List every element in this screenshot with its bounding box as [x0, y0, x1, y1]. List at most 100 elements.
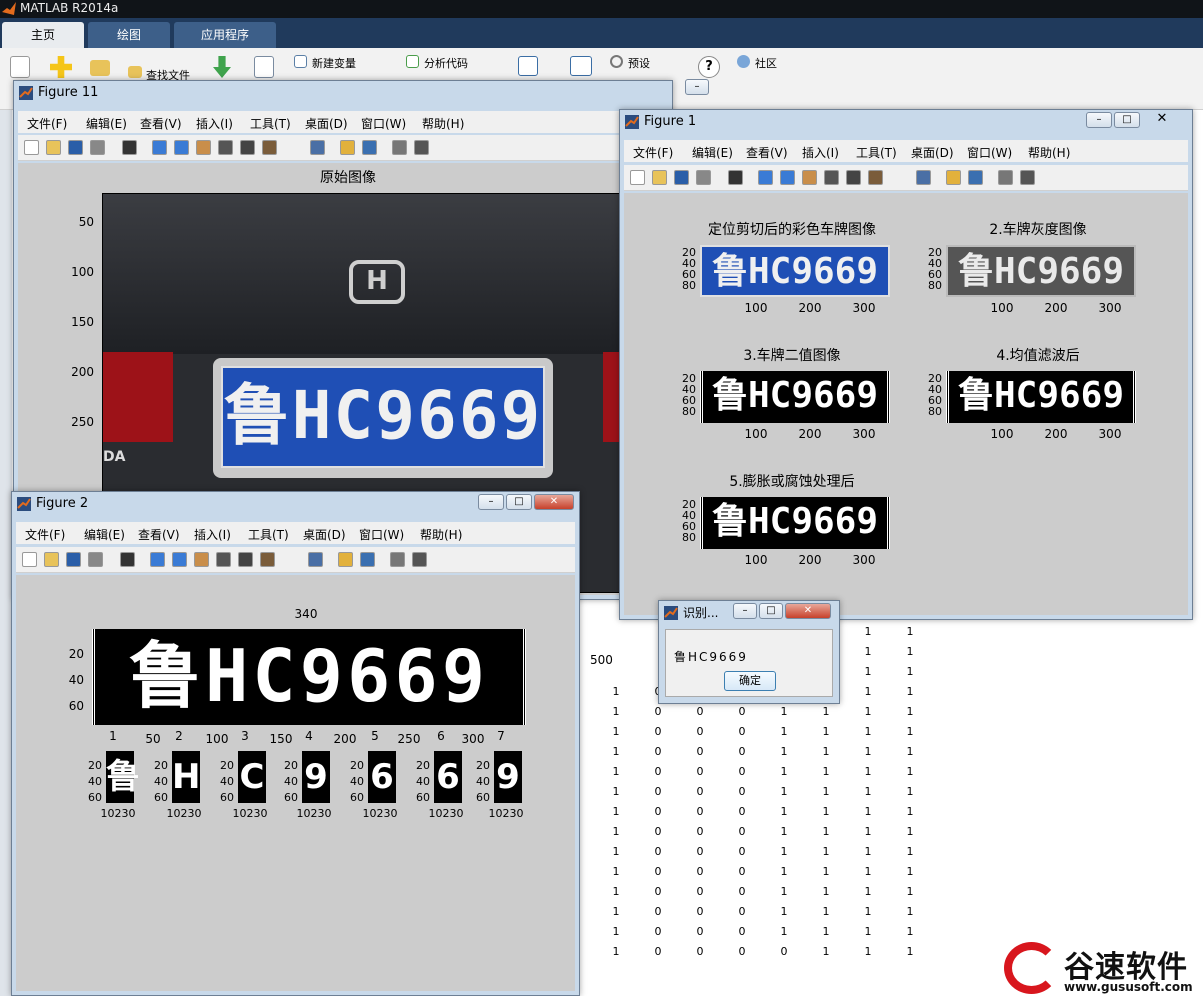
figure-2-close[interactable]: ✕ [534, 494, 574, 510]
ok-button[interactable]: 确定 [724, 671, 776, 691]
brush-icon[interactable] [868, 170, 883, 185]
menu-item[interactable]: 帮助(H) [1028, 144, 1070, 161]
menu-item[interactable]: 查看(V) [138, 526, 180, 543]
menu-item[interactable]: 插入(I) [196, 115, 233, 132]
data-cursor-icon[interactable] [240, 140, 255, 155]
open-file-icon[interactable] [46, 140, 61, 155]
new-script-icon[interactable] [10, 56, 30, 78]
preferences-button[interactable]: 预设 [628, 55, 650, 71]
hide-tools-icon[interactable] [392, 140, 407, 155]
new-variable-button[interactable]: 新建变量 [312, 55, 356, 71]
community-button[interactable]: 社区 [755, 55, 777, 71]
show-tools-icon[interactable] [414, 140, 429, 155]
figure-2-minimize[interactable]: – [478, 494, 504, 510]
colorbar-icon[interactable] [946, 170, 961, 185]
new-figure-icon[interactable] [24, 140, 39, 155]
figure-2-maximize[interactable]: □ [506, 494, 532, 510]
menu-item[interactable]: 帮助(H) [420, 526, 462, 543]
data-cursor-icon[interactable] [238, 552, 253, 567]
rotate-icon[interactable] [216, 552, 231, 567]
menu-item[interactable]: 编辑(E) [86, 115, 127, 132]
show-tools-icon[interactable] [412, 552, 427, 567]
menu-item[interactable]: 工具(T) [248, 526, 289, 543]
save-icon[interactable] [68, 140, 83, 155]
import-data-icon[interactable] [213, 56, 231, 78]
figure-11-minimize[interactable]: – [685, 79, 709, 95]
tab-apps[interactable]: 应用程序 [174, 22, 276, 48]
legend-icon[interactable] [362, 140, 377, 155]
pointer-icon[interactable] [120, 552, 135, 567]
link-icon[interactable] [310, 140, 325, 155]
new-figure-icon[interactable] [22, 552, 37, 567]
save-workspace-icon[interactable] [254, 56, 274, 78]
dialog-minimize[interactable]: – [733, 603, 757, 619]
help-icon[interactable]: ? [698, 56, 720, 78]
analyze-code-button[interactable]: 分析代码 [424, 55, 468, 71]
legend-icon[interactable] [360, 552, 375, 567]
menu-item[interactable]: 窗口(W) [361, 115, 406, 132]
menu-item[interactable]: 文件(F) [27, 115, 67, 132]
menu-item[interactable]: 插入(I) [802, 144, 839, 161]
zoom-in-icon[interactable] [152, 140, 167, 155]
save-icon[interactable] [66, 552, 81, 567]
show-tools-icon[interactable] [1020, 170, 1035, 185]
pointer-icon[interactable] [728, 170, 743, 185]
menu-item[interactable]: 桌面(D) [305, 115, 348, 132]
pan-icon[interactable] [194, 552, 209, 567]
menu-item[interactable]: 窗口(W) [359, 526, 404, 543]
menu-item[interactable]: 文件(F) [633, 144, 673, 161]
figure-1-maximize[interactable]: □ [1114, 112, 1140, 128]
menu-item[interactable]: 文件(F) [25, 526, 65, 543]
zoom-in-icon[interactable] [758, 170, 773, 185]
zoom-out-icon[interactable] [780, 170, 795, 185]
pan-icon[interactable] [802, 170, 817, 185]
link-icon[interactable] [916, 170, 931, 185]
menu-item[interactable]: 工具(T) [250, 115, 291, 132]
open-icon[interactable] [90, 60, 110, 76]
matrix-value: 0 [738, 845, 746, 858]
menu-item[interactable]: 查看(V) [746, 144, 788, 161]
brush-icon[interactable] [260, 552, 275, 567]
open-file-icon[interactable] [652, 170, 667, 185]
pan-icon[interactable] [196, 140, 211, 155]
hide-tools-icon[interactable] [390, 552, 405, 567]
print-icon[interactable] [88, 552, 103, 567]
print-icon[interactable] [90, 140, 105, 155]
dialog-close[interactable]: ✕ [785, 603, 831, 619]
link-icon[interactable] [308, 552, 323, 567]
rotate-icon[interactable] [824, 170, 839, 185]
layout-icon[interactable] [570, 56, 592, 76]
new-icon[interactable] [50, 56, 72, 78]
menu-item[interactable]: 插入(I) [194, 526, 231, 543]
menu-item[interactable]: 桌面(D) [911, 144, 954, 161]
menu-item[interactable]: 查看(V) [140, 115, 182, 132]
open-file-icon[interactable] [44, 552, 59, 567]
menu-item[interactable]: 桌面(D) [303, 526, 346, 543]
legend-icon[interactable] [968, 170, 983, 185]
zoom-out-icon[interactable] [174, 140, 189, 155]
figure-1-minimize[interactable]: – [1086, 112, 1112, 128]
menu-item[interactable]: 编辑(E) [84, 526, 125, 543]
data-cursor-icon[interactable] [846, 170, 861, 185]
zoom-in-icon[interactable] [150, 552, 165, 567]
menu-item[interactable]: 工具(T) [856, 144, 897, 161]
colorbar-icon[interactable] [338, 552, 353, 567]
brush-icon[interactable] [262, 140, 277, 155]
menu-item[interactable]: 窗口(W) [967, 144, 1012, 161]
print-icon[interactable] [696, 170, 711, 185]
colorbar-icon[interactable] [340, 140, 355, 155]
figure-11-title-bar[interactable]: Figure 11 [14, 81, 672, 107]
tab-plots[interactable]: 绘图 [88, 22, 170, 48]
new-figure-icon[interactable] [630, 170, 645, 185]
rotate-icon[interactable] [218, 140, 233, 155]
menu-item[interactable]: 帮助(H) [422, 115, 464, 132]
pointer-icon[interactable] [122, 140, 137, 155]
zoom-out-icon[interactable] [172, 552, 187, 567]
figure-1-close[interactable]: ✕ [1142, 112, 1182, 128]
simulink-icon[interactable] [518, 56, 538, 76]
tab-home[interactable]: 主页 [2, 22, 84, 48]
dialog-maximize[interactable]: □ [759, 603, 783, 619]
hide-tools-icon[interactable] [998, 170, 1013, 185]
menu-item[interactable]: 编辑(E) [692, 144, 733, 161]
save-icon[interactable] [674, 170, 689, 185]
